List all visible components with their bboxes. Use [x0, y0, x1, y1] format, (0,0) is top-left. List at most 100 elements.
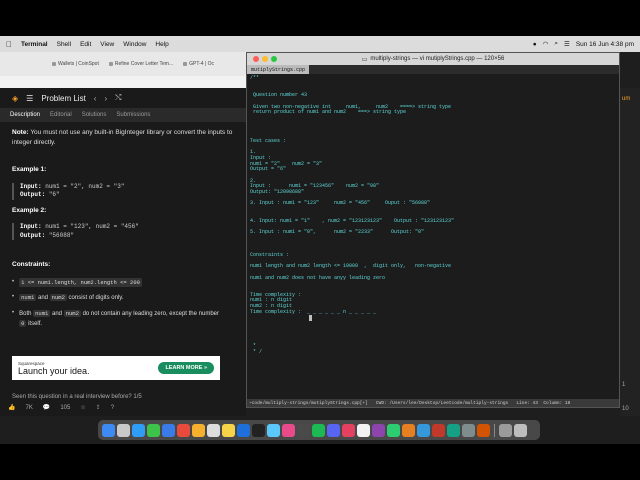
- vim-file-tab[interactable]: mutiplyStrings.cpp: [247, 65, 310, 74]
- help-icon[interactable]: ?: [111, 405, 114, 411]
- prev-problem-icon[interactable]: ‹: [94, 94, 97, 103]
- text: do not contain any leading zero, except …: [82, 310, 219, 317]
- close-window-button[interactable]: [253, 56, 259, 62]
- menu-help[interactable]: Help: [155, 41, 168, 48]
- like-icon[interactable]: 👍: [8, 404, 15, 411]
- tab-solutions[interactable]: Solutions: [82, 112, 107, 118]
- leetcode-logo-icon[interactable]: ◈: [12, 94, 18, 103]
- shuffle-icon[interactable]: ⤭: [115, 93, 121, 103]
- menu-edit[interactable]: Edit: [80, 41, 91, 48]
- control-center-icon[interactable]: ☰: [564, 40, 570, 48]
- vim-line: 5. Input : num1 = "0", num2 = "2233" Out…: [250, 228, 425, 235]
- chrome-icon[interactable]: [357, 423, 370, 437]
- star-icon[interactable]: ☆: [80, 404, 85, 411]
- app-icon[interactable]: [342, 423, 355, 437]
- discord-icon[interactable]: [327, 423, 340, 437]
- vim-statusline: ~code/multiply-strings/mutiplyStrings.cp…: [247, 399, 619, 407]
- terminal-icon[interactable]: [252, 423, 265, 437]
- music-icon[interactable]: [282, 423, 295, 437]
- note: Note: You must not use any built-in BigI…: [12, 128, 234, 147]
- browser-toolbar: [0, 76, 246, 88]
- leetcode-topbar: ◈ ☰ Problem List ‹ › ⤭: [0, 88, 246, 108]
- problem-list-link[interactable]: Problem List: [41, 94, 85, 103]
- vim-tabline: mutiplyStrings.cpp: [247, 65, 619, 74]
- app-icon[interactable]: [432, 423, 445, 437]
- menubar-clock[interactable]: Sun 16 Jun 4:38 pm: [576, 41, 634, 48]
- problem-list-icon[interactable]: ☰: [26, 94, 33, 103]
- mail-icon[interactable]: [162, 423, 175, 437]
- code-num1: num1: [33, 309, 51, 317]
- tab-label: Refine Cover Letter Tem...: [114, 61, 174, 67]
- maps-icon[interactable]: [177, 423, 190, 437]
- vim-line: Question number 43: [250, 92, 308, 99]
- window-controls: [253, 56, 277, 62]
- right-strip-number: 1: [622, 382, 626, 388]
- code-num2: num2: [49, 293, 67, 301]
- calendar-icon[interactable]: [207, 423, 220, 437]
- app-icon[interactable]: [372, 423, 385, 437]
- terminal-window[interactable]: ▭ multiply-strings — vi mutiplyStrings.c…: [246, 52, 620, 408]
- leetcode-pane: ◈ ☰ Problem List ‹ › ⤭ Description Edito…: [0, 88, 246, 416]
- comments-count: 105: [60, 404, 71, 411]
- search-icon[interactable]: ⌕: [554, 40, 558, 48]
- menubar:  Terminal Shell Edit View Window Help ●…: [0, 36, 640, 52]
- browser-tab-coinspot[interactable]: Wallets | CoinSpot: [52, 61, 99, 67]
- apple-icon[interactable]: : [6, 40, 12, 49]
- constraint-3: • Both num1 and num2 do not contain any l…: [12, 309, 219, 327]
- app-icon[interactable]: [402, 423, 415, 437]
- example-2-output: "56088": [48, 231, 75, 239]
- launchpad-icon[interactable]: [117, 423, 130, 437]
- text: and: [37, 294, 48, 301]
- zoom-window-button[interactable]: [271, 56, 277, 62]
- comment-icon[interactable]: 💬: [43, 404, 50, 411]
- menu-shell[interactable]: Shell: [57, 41, 71, 48]
- menubar-app-name[interactable]: Terminal: [21, 41, 48, 48]
- leetcode-tabs: Description Editorial Solutions Submissi…: [0, 108, 246, 122]
- app-icon[interactable]: [387, 423, 400, 437]
- app-icon[interactable]: [447, 423, 460, 437]
- constraint-1-code: 1 <= num1.length, num2.length <= 200: [19, 277, 142, 287]
- minimize-window-button[interactable]: [262, 56, 268, 62]
- text: Both: [19, 310, 32, 317]
- spotify-icon[interactable]: [312, 423, 325, 437]
- finder-icon[interactable]: [102, 423, 115, 437]
- safari-icon[interactable]: [132, 423, 145, 437]
- terminal-titlebar[interactable]: ▭ multiply-strings — vi mutiplyStrings.c…: [247, 53, 619, 65]
- favicon-icon: [108, 62, 113, 66]
- learn-more-button[interactable]: LEARN MORE »: [158, 362, 214, 374]
- next-problem-icon[interactable]: ›: [104, 94, 107, 103]
- wifi-icon[interactable]: ◠: [543, 40, 549, 48]
- browser-tab-cover-letter[interactable]: Refine Cover Letter Tem...: [108, 61, 174, 67]
- messages-icon[interactable]: [147, 423, 160, 437]
- status-icon[interactable]: ●: [533, 41, 537, 48]
- example-1-input: num1 = "2", num2 = "3": [45, 182, 125, 190]
- browser-right-strip: um 1 10: [620, 88, 640, 416]
- app-store-icon[interactable]: [267, 423, 280, 437]
- menu-view[interactable]: View: [100, 41, 114, 48]
- squarespace-ad[interactable]: Squarespace Launch your idea. LEARN MORE…: [12, 356, 220, 380]
- app-icon[interactable]: [462, 423, 475, 437]
- text-cursor: [309, 314, 312, 321]
- vscode-icon[interactable]: [237, 423, 250, 437]
- tab-label: Wallets | CoinSpot: [58, 61, 99, 67]
- vim-line: 3. Input : num1 = "123" num2 = "456" Oup…: [250, 200, 431, 207]
- vim-file-tab-label: mutiplyStrings.cpp: [251, 66, 306, 73]
- app-icon[interactable]: [477, 423, 490, 437]
- share-icon[interactable]: ⇪: [96, 404, 101, 411]
- downloads-icon[interactable]: [499, 423, 512, 437]
- vim-line: 4. Input: num1 = "1" , num2 = "123123123…: [250, 217, 455, 224]
- favicon-icon: [52, 62, 56, 66]
- settings-icon[interactable]: [297, 423, 310, 437]
- code-zero: 0: [19, 319, 27, 327]
- tab-description[interactable]: Description: [10, 112, 40, 118]
- app-icon[interactable]: [417, 423, 430, 437]
- notes-icon[interactable]: [222, 423, 235, 437]
- vim-buffer[interactable]: /** Question number 43 Given two non-neg…: [247, 74, 619, 399]
- menu-window[interactable]: Window: [123, 41, 146, 48]
- photos-icon[interactable]: [192, 423, 205, 437]
- vim-line: * /: [250, 348, 263, 355]
- tab-editorial[interactable]: Editorial: [50, 112, 72, 118]
- tab-submissions[interactable]: Submissions: [116, 112, 150, 118]
- browser-tab-gpt4[interactable]: GPT-4 | Oc: [183, 61, 214, 67]
- trash-icon[interactable]: [514, 423, 527, 437]
